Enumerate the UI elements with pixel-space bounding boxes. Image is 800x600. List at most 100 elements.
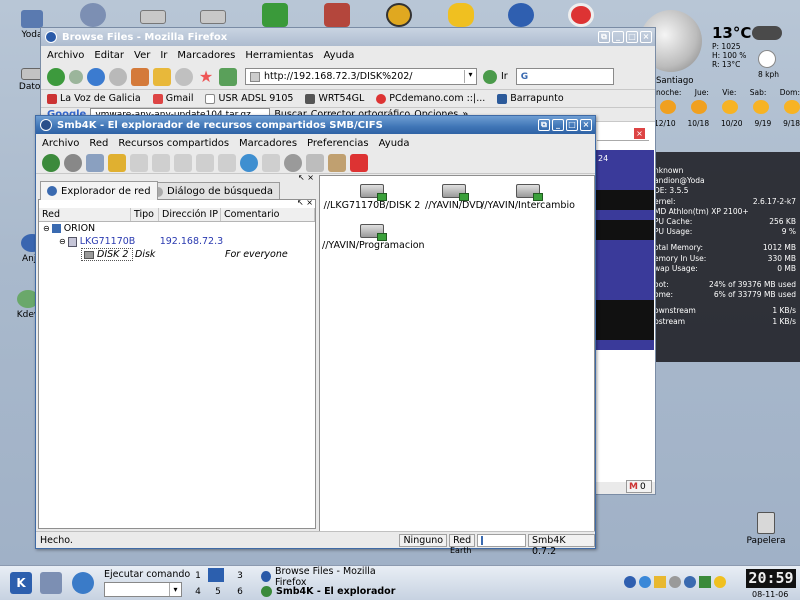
mail-indicator[interactable]: M0 (626, 480, 652, 493)
restore-button[interactable]: ⧉ (538, 119, 550, 131)
chevron-down-icon[interactable]: ▾ (169, 583, 181, 596)
menu-herramientas[interactable]: Herramientas (245, 50, 313, 61)
kmix-icon[interactable] (684, 576, 696, 588)
url-dropdown-icon[interactable]: ▾ (464, 70, 476, 83)
network-icon[interactable] (262, 3, 288, 27)
maximize-button[interactable]: □ (566, 119, 578, 131)
folder-icon[interactable] (153, 67, 171, 86)
history-icon[interactable] (175, 67, 193, 86)
user-tray-icon[interactable] (714, 576, 726, 588)
menu-archivo[interactable]: Archivo (47, 50, 84, 61)
col-tipo[interactable]: Tipo (131, 208, 159, 221)
menu-recursos[interactable]: Recursos compartidos (118, 138, 229, 149)
menu-ver[interactable]: Ver (134, 50, 150, 61)
menu-preferencias[interactable]: Preferencias (307, 138, 369, 149)
menu-ayuda[interactable]: Ayuda (379, 138, 410, 149)
desktop-1[interactable]: 1 (190, 569, 206, 583)
search-box[interactable]: G (515, 68, 614, 85)
menu-archivo[interactable]: Archivo (42, 138, 79, 149)
desktop-4[interactable]: 4 (190, 585, 206, 599)
task-firefox[interactable]: Browse Files - Mozilla Firefox (258, 566, 398, 588)
klipper-icon[interactable] (654, 576, 666, 588)
download-icon[interactable] (219, 67, 237, 86)
desktop-icon-trash[interactable]: Papelera (740, 512, 792, 546)
home-icon[interactable] (131, 67, 149, 86)
minimize-button[interactable]: _ (552, 119, 564, 131)
clock[interactable]: 20:59 (746, 569, 796, 588)
update-icon[interactable] (669, 576, 681, 588)
col-comentario[interactable]: Comentario (221, 208, 315, 221)
bookmark-wrt[interactable]: WRT54GL (305, 93, 364, 104)
speaker-icon[interactable] (624, 576, 636, 588)
url-bar[interactable]: http://192.168.72.3/DISK%202/ ▾ (245, 68, 477, 85)
unmount-all-icon[interactable] (218, 153, 236, 172)
package-icon[interactable] (324, 3, 350, 27)
cd-player-icon[interactable] (386, 3, 412, 27)
print-icon[interactable] (174, 153, 192, 172)
forward-icon[interactable] (69, 69, 83, 84)
sync-icon[interactable] (240, 153, 258, 172)
menu-red[interactable]: Red (89, 138, 108, 149)
menu-marcadores[interactable]: Marcadores (239, 138, 297, 149)
user-icon[interactable] (448, 3, 474, 27)
drive-icon-2[interactable] (200, 10, 226, 24)
reload-icon[interactable] (87, 67, 105, 86)
desktop-3[interactable]: 3 (232, 569, 248, 583)
home-folder-icon[interactable] (80, 3, 106, 27)
mount-icon[interactable] (130, 153, 148, 172)
close-button[interactable]: × (580, 119, 592, 131)
tree-row-host[interactable]: ⊖ LKG71170B 192.168.72.3 (39, 235, 315, 248)
menu-ir[interactable]: Ir (160, 50, 167, 61)
share-yavin-intercambio[interactable]: //YAVIN/Intercambio (478, 184, 578, 211)
go-icon[interactable] (483, 69, 497, 84)
smb4k-titlebar[interactable]: Smb4K - El explorador de recursos compar… (36, 116, 595, 134)
search-icon[interactable] (86, 153, 104, 172)
menu-editar[interactable]: Editar (94, 50, 124, 61)
bookmark-star-icon[interactable]: ★ (197, 67, 215, 86)
bookmark-barrapunto[interactable]: Barrapunto (497, 93, 564, 104)
drive-icon[interactable] (140, 10, 166, 24)
minimize-button[interactable]: _ (612, 31, 624, 43)
bookmark-lavoz[interactable]: La Voz de Galicia (47, 93, 141, 104)
command-input[interactable]: ▾ (104, 582, 182, 597)
quit-icon[interactable] (350, 153, 368, 172)
tab-search-dialog[interactable]: Diálogo de búsqueda (146, 182, 281, 200)
tab-network-browser[interactable]: Explorador de red (40, 181, 158, 200)
maximize-button[interactable]: □ (626, 31, 638, 43)
properties-icon[interactable] (284, 153, 302, 172)
opera-icon[interactable] (568, 3, 594, 27)
col-red[interactable]: Red (39, 208, 131, 221)
menu-ayuda[interactable]: Ayuda (324, 50, 355, 61)
restore-button[interactable]: ⧉ (598, 31, 610, 43)
stop-icon[interactable] (109, 67, 127, 86)
rescan-icon[interactable] (42, 153, 60, 172)
task-smb4k[interactable]: Smb4K - El explorador de (258, 584, 398, 599)
menu-marcadores[interactable]: Marcadores (177, 50, 235, 61)
home-icon[interactable] (40, 572, 62, 594)
smb4k-tray-icon[interactable] (699, 576, 711, 588)
firefox-titlebar[interactable]: Browse Files - Mozilla Firefox ⧉ _ □ × (41, 28, 655, 46)
unmount-icon[interactable] (196, 153, 214, 172)
desktop-6[interactable]: 6 (232, 585, 248, 599)
konqueror-icon[interactable] (72, 572, 94, 594)
share-yavin-programacion[interactable]: //YAVIN/Programacion (322, 224, 425, 251)
bookmark-pcdemano[interactable]: PCdemano.com ::|... (376, 93, 485, 104)
kde-menu-icon[interactable]: K (10, 572, 32, 594)
network-tray-icon[interactable] (639, 576, 651, 588)
go-button[interactable]: Ir (501, 71, 508, 82)
back-icon[interactable] (47, 67, 65, 86)
network-drive-icon[interactable] (306, 153, 324, 172)
konqueror-icon[interactable] (262, 153, 280, 172)
pane-close-icon-2[interactable]: ↖ × (297, 198, 313, 207)
bookmark-usr[interactable]: USR ADSL 9105 (205, 93, 293, 104)
tree-row-orion[interactable]: ⊖ ORION (39, 222, 315, 235)
configure-icon[interactable] (328, 153, 346, 172)
close-tab-icon[interactable]: × (634, 128, 645, 139)
pane-close-icon[interactable]: ↖ × (298, 173, 314, 182)
preview-icon[interactable] (108, 153, 126, 172)
bookmark-icon[interactable] (152, 153, 170, 172)
abort-icon[interactable] (64, 153, 82, 172)
close-button[interactable]: × (640, 31, 652, 43)
col-ip[interactable]: Dirección IP (159, 208, 221, 221)
tree-row-share[interactable]: DISK 2 Disk For everyone (39, 248, 315, 261)
